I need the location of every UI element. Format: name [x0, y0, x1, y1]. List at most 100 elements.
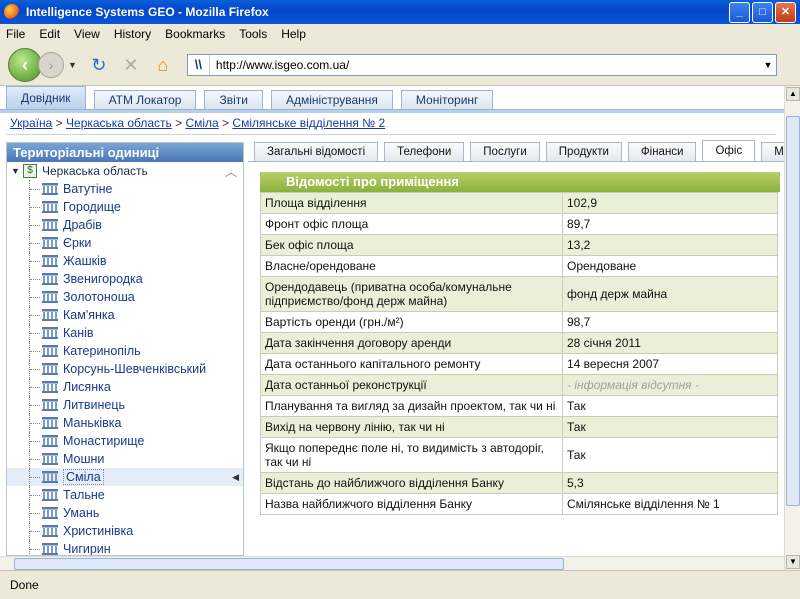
field-label: Власне/орендоване: [260, 255, 563, 277]
tabs-divider: [0, 109, 784, 113]
hscroll-thumb[interactable]: [14, 558, 564, 570]
city-label: Литвинець: [63, 398, 126, 412]
city-item[interactable]: Тальне: [7, 486, 243, 504]
city-list: Ватутіне Городище Драбів Єрки Жашків Звенигор…: [7, 180, 243, 556]
field-label: Орендодавець (приватна особа/комунальне …: [260, 276, 563, 312]
bank-icon: [42, 489, 58, 501]
region-icon: $: [23, 164, 37, 178]
url-dropdown-icon[interactable]: ▼: [760, 60, 776, 70]
table-row: Бек офіс площа 13,2: [260, 234, 778, 256]
menu-help[interactable]: Help: [281, 27, 306, 41]
city-item[interactable]: Ватутіне: [7, 180, 243, 198]
bank-icon: [42, 543, 58, 555]
tab-atm-locator[interactable]: АТМ Локатор: [93, 90, 197, 110]
field-value: 102,9: [562, 192, 778, 214]
scroll-thumb[interactable]: [786, 116, 800, 506]
field-value: 14 вересня 2007: [562, 353, 778, 375]
city-item[interactable]: Золотоноша: [7, 288, 243, 306]
city-item[interactable]: Катеринопіль: [7, 342, 243, 360]
scroll-down-icon[interactable]: ▼: [786, 555, 800, 569]
tab-dovidnyk[interactable]: Довідник: [6, 86, 86, 110]
table-row: Дата останньої реконструкції - інформація…: [260, 374, 778, 396]
branch-tab[interactable]: Матеріа: [761, 142, 784, 162]
field-value: Орендоване: [562, 255, 778, 277]
page-vertical-scrollbar[interactable]: ▲ ▼: [784, 86, 800, 570]
minimize-button[interactable]: _: [729, 2, 750, 23]
city-item[interactable]: Чигирин: [7, 540, 243, 556]
branch-tab[interactable]: Телефони: [384, 142, 465, 162]
city-item[interactable]: Сміла ◀: [7, 468, 243, 486]
branch-tab[interactable]: Фінанси: [627, 142, 697, 162]
tree-root-label: Черкаська область: [42, 164, 148, 178]
page-content: Довідник АТМ Локатор Звіти Адмініструван…: [0, 86, 784, 556]
bank-icon: [42, 435, 58, 447]
city-item[interactable]: Литвинець: [7, 396, 243, 414]
breadcrumb-branch[interactable]: Смілянське відділення № 2: [232, 116, 385, 130]
menu-view[interactable]: View: [74, 27, 100, 41]
breadcrumb: Україна > Черкаська область > Сміла > См…: [10, 116, 386, 130]
breadcrumb-ukraine[interactable]: Україна: [10, 116, 52, 130]
url-input[interactable]: [209, 55, 760, 74]
back-button[interactable]: ‹: [8, 47, 42, 82]
bank-icon: [42, 183, 58, 195]
city-item[interactable]: Лисянка: [7, 378, 243, 396]
navigation-toolbar: ‹ › ▼ ↻ ✕ ⌂ \\ ▼: [0, 44, 800, 86]
field-value: Так: [562, 416, 778, 438]
field-label: Дата закінчення договору аренди: [260, 332, 563, 354]
forward-button[interactable]: ›: [38, 51, 64, 78]
city-item[interactable]: Жашків: [7, 252, 243, 270]
field-value: 89,7: [562, 213, 778, 235]
bank-icon: [42, 399, 58, 411]
tab-administration[interactable]: Адміністрування: [270, 90, 393, 110]
bank-icon: [42, 363, 58, 375]
page-horizontal-scrollbar[interactable]: [0, 556, 784, 570]
city-label: Чигирин: [63, 542, 111, 556]
menu-file[interactable]: File: [6, 27, 25, 41]
main-tabs: Довідник АТМ Локатор Звіти Адмініструван…: [6, 86, 494, 110]
tab-reports[interactable]: Звіти: [204, 90, 263, 110]
breadcrumb-smila[interactable]: Сміла: [185, 116, 218, 130]
bank-icon: [42, 345, 58, 357]
city-item[interactable]: Єрки: [7, 234, 243, 252]
expand-arrow-icon[interactable]: ▼: [11, 166, 23, 176]
city-item[interactable]: Мошни: [7, 450, 243, 468]
maximize-button[interactable]: □: [752, 2, 773, 23]
close-button[interactable]: ✕: [775, 2, 796, 23]
city-label: Золотоноша: [63, 290, 135, 304]
branch-tab[interactable]: Офіс: [702, 140, 756, 162]
stop-icon[interactable]: ✕: [119, 53, 143, 77]
city-item[interactable]: Канів: [7, 324, 243, 342]
chevron-up-icon[interactable]: ︿: [225, 163, 237, 180]
city-item[interactable]: Кам'янка: [7, 306, 243, 324]
field-value: 28 січня 2011: [562, 332, 778, 354]
city-item[interactable]: Драбів: [7, 216, 243, 234]
branch-tab[interactable]: Послуги: [470, 142, 540, 162]
reload-icon[interactable]: ↻: [87, 53, 111, 77]
tab-monitoring[interactable]: Моніторинг: [400, 90, 494, 110]
city-item[interactable]: Маньківка: [7, 414, 243, 432]
city-item[interactable]: Умань: [7, 504, 243, 522]
breadcrumb-cherkasy-oblast[interactable]: Черкаська область: [66, 116, 172, 130]
branch-tab[interactable]: Продукти: [545, 142, 622, 162]
menu-tools[interactable]: Tools: [239, 27, 267, 41]
city-item[interactable]: Корсунь-Шевченківський: [7, 360, 243, 378]
menu-history[interactable]: History: [114, 27, 151, 41]
table-row: Якщо попереднє поле ні, то видимість з а…: [260, 437, 778, 473]
city-item[interactable]: Монастирище: [7, 432, 243, 450]
history-dropdown-icon[interactable]: ▼: [68, 60, 77, 70]
premises-panel: Відомості про приміщення Площа відділенн…: [260, 172, 780, 515]
city-item[interactable]: Городище: [7, 198, 243, 216]
home-icon[interactable]: ⌂: [151, 53, 175, 77]
bank-icon: [42, 309, 58, 321]
scroll-up-icon[interactable]: ▲: [786, 87, 800, 101]
menu-bookmarks[interactable]: Bookmarks: [165, 27, 225, 41]
tree-root-cherkasy[interactable]: ▼ $ Черкаська область ︿: [7, 162, 243, 180]
city-label: Монастирище: [63, 434, 145, 448]
city-item[interactable]: Звенигородка: [7, 270, 243, 288]
branch-tab[interactable]: Загальні відомості: [254, 142, 379, 162]
menu-edit[interactable]: Edit: [39, 27, 60, 41]
city-item[interactable]: Христинівка: [7, 522, 243, 540]
bank-icon: [42, 525, 58, 537]
city-label: Лисянка: [63, 380, 111, 394]
city-label: Ватутіне: [63, 182, 113, 196]
